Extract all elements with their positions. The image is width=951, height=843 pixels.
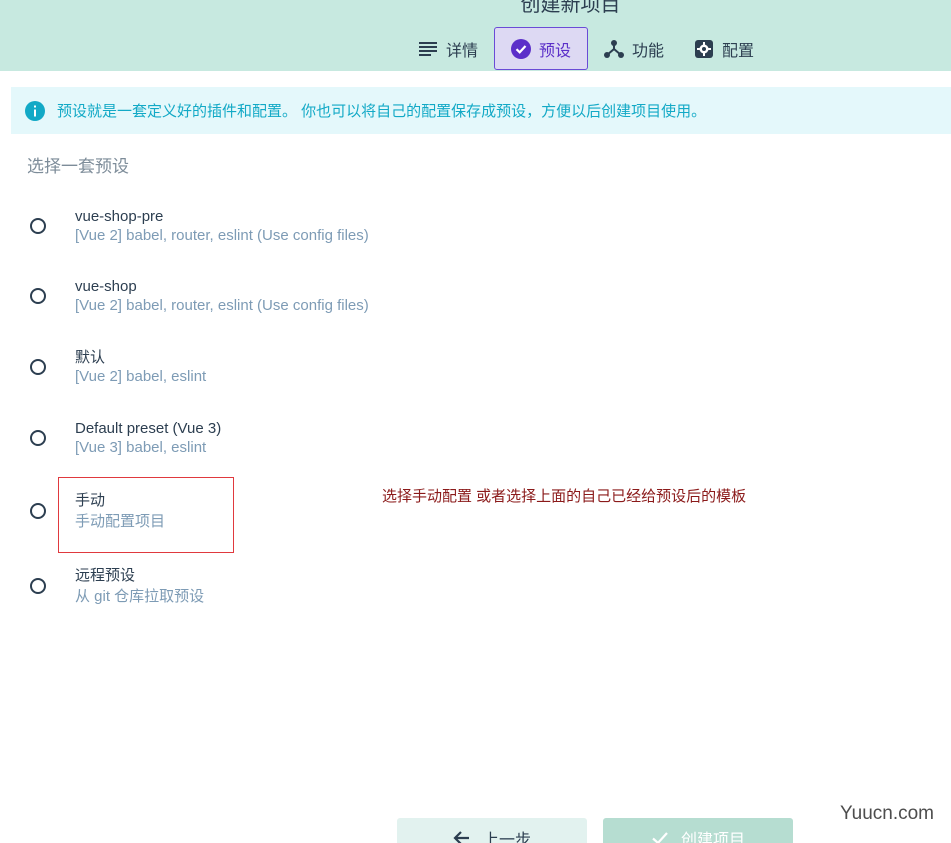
radio-button[interactable]: [30, 288, 46, 304]
tab-presets-label: 预设: [539, 42, 572, 60]
radio-button[interactable]: [30, 578, 46, 594]
tab-bar: 详情 预设 功能 配置: [404, 27, 768, 71]
info-text: 预设就是一套定义好的插件和配置。 你也可以将自己的配置保存成预设，方便以后创建项…: [57, 103, 707, 120]
info-icon: [25, 100, 45, 121]
preset-name: 默认: [75, 349, 106, 366]
tab-details-label: 详情: [446, 42, 479, 60]
fork-icon: [604, 39, 625, 59]
preset-option-remote[interactable]: 远程预设 从 git 仓库拉取预设: [30, 565, 204, 607]
tab-config[interactable]: 配置: [680, 27, 768, 70]
preset-name: vue-shop: [75, 278, 137, 295]
tab-features-label: 功能: [632, 42, 665, 60]
info-bar: 预设就是一套定义好的插件和配置。 你也可以将自己的配置保存成预设，方便以后创建项…: [11, 87, 951, 134]
preset-option[interactable]: Default preset (Vue 3) [Vue 3] babel, es…: [30, 419, 221, 457]
preset-description: [Vue 3] babel, eslint: [75, 439, 207, 456]
tab-features[interactable]: 功能: [590, 27, 678, 70]
preset-name: Default preset (Vue 3): [75, 420, 222, 437]
previous-button[interactable]: 上一步: [397, 818, 587, 843]
tab-config-label: 配置: [722, 42, 755, 60]
preset-description: 从 git 仓库拉取预设: [75, 588, 205, 605]
arrow-left-icon: [453, 829, 471, 843]
gear-icon: [694, 39, 714, 59]
radio-button[interactable]: [30, 359, 46, 375]
watermark: Yuucn.com: [840, 803, 934, 824]
radio-button[interactable]: [30, 503, 46, 519]
preset-name: vue-shop-pre: [75, 208, 164, 225]
check-circle-icon: [511, 38, 532, 59]
preset-description: [Vue 2] babel, router, eslint (Use confi…: [75, 297, 369, 314]
tab-presets[interactable]: 预设: [494, 27, 589, 70]
tab-details[interactable]: 详情: [404, 27, 492, 70]
preset-description: [Vue 2] babel, eslint: [75, 368, 207, 385]
preset-option[interactable]: 默认 [Vue 2] babel, eslint: [30, 348, 206, 386]
preset-name: 远程预设: [75, 567, 136, 584]
radio-button[interactable]: [30, 218, 46, 234]
create-project-button[interactable]: 创建项目: [603, 818, 793, 843]
header: 创建新项目 详情 预设 功能 配置: [0, 0, 951, 71]
create-project-button-label: 创建项目: [680, 832, 745, 843]
highlight-box: [58, 477, 234, 553]
radio-button[interactable]: [30, 430, 46, 446]
preset-description: [Vue 2] babel, router, eslint (Use confi…: [75, 227, 369, 244]
section-title: 选择一套预设: [27, 157, 129, 176]
annotation-text: 选择手动配置 或者选择上面的自己已经给预设后的模板: [382, 488, 747, 505]
previous-button-label: 上一步: [482, 832, 531, 843]
page-title: 创建新项目: [520, 0, 621, 16]
preset-option[interactable]: vue-shop-pre [Vue 2] babel, router, esli…: [30, 207, 369, 245]
check-icon: [651, 829, 669, 843]
preset-option[interactable]: vue-shop [Vue 2] babel, router, eslint (…: [30, 277, 369, 315]
list-icon: [418, 39, 438, 59]
